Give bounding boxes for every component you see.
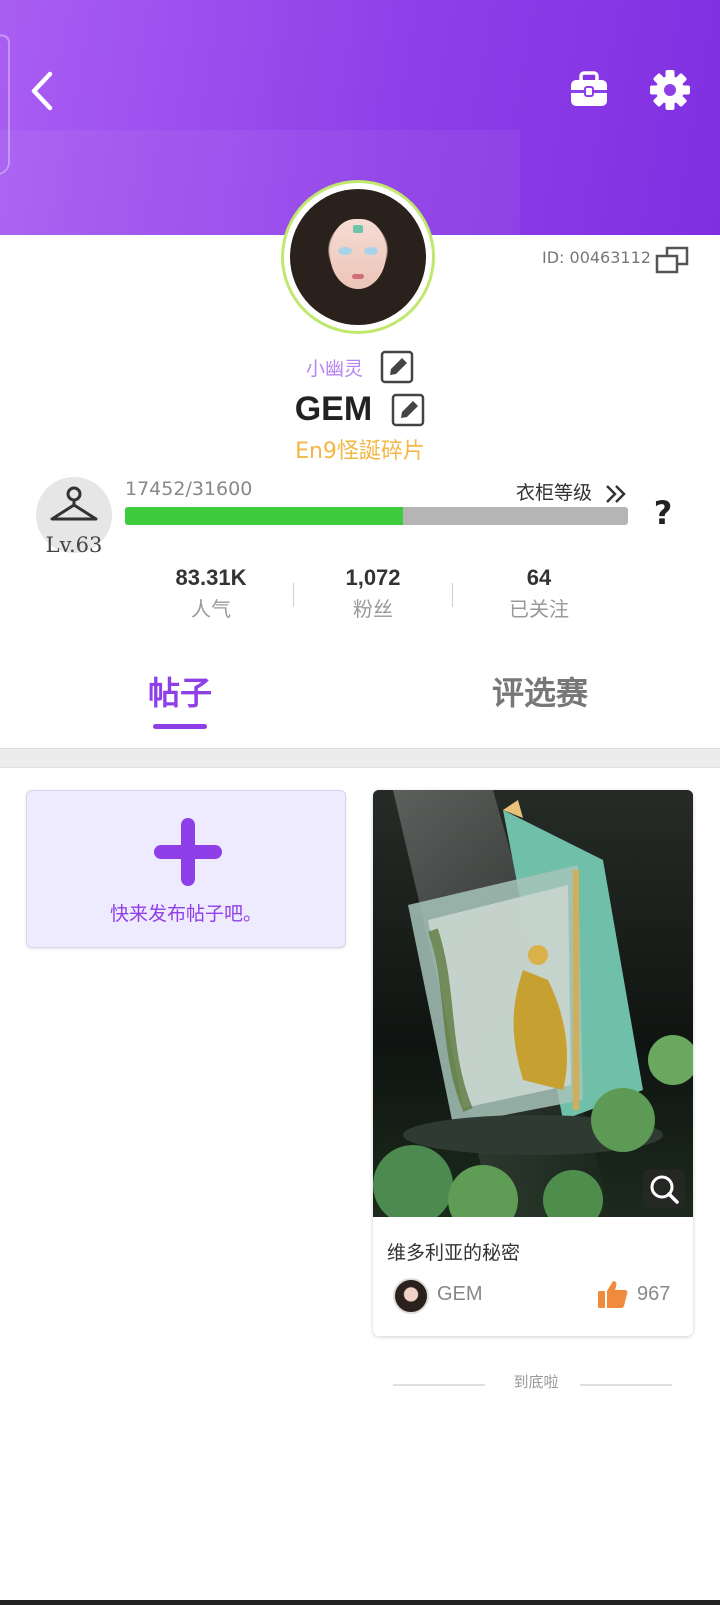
magnifier-icon <box>650 1175 679 1204</box>
avatar-eye <box>338 247 352 255</box>
create-post-button[interactable]: 快来发布帖子吧。 <box>26 790 346 948</box>
stat-value: 64 <box>526 565 552 590</box>
end-divider <box>580 1384 672 1386</box>
profile-avatar[interactable] <box>284 183 432 331</box>
nickname: 小幽灵 <box>305 357 363 380</box>
xp-text: 17452/31600 <box>125 478 253 500</box>
edit-username-button[interactable] <box>391 393 425 427</box>
avatar-headpiece <box>353 225 363 233</box>
thumbs-up-icon <box>598 1281 628 1308</box>
end-divider <box>393 1384 485 1386</box>
tab-contests[interactable]: 评选赛 <box>470 668 610 714</box>
copy-id-button[interactable] <box>655 246 689 274</box>
back-button[interactable] <box>26 68 62 114</box>
post-card[interactable]: 维多利亚的秘密 GEM 967 <box>373 790 693 1336</box>
edit-nickname-button[interactable] <box>380 350 414 384</box>
post-image <box>373 790 693 1217</box>
like-button[interactable] <box>597 1278 629 1310</box>
stat-label: 粉丝 <box>353 597 393 621</box>
end-of-list-text: 到底啦 <box>513 1373 559 1391</box>
copy-icon <box>655 246 689 274</box>
zoom-button[interactable] <box>643 1169 685 1209</box>
bottom-edge <box>0 1600 720 1605</box>
gear-icon <box>650 70 690 110</box>
double-chevron-right-icon <box>604 484 628 504</box>
stat-popularity[interactable]: 83.31K 人气 <box>136 565 286 622</box>
plus-icon <box>154 818 222 886</box>
stat-value: 1,072 <box>345 565 401 590</box>
username: GEM <box>294 390 373 428</box>
level-label: Lv.63 <box>45 533 103 557</box>
active-tab-indicator <box>153 724 207 729</box>
create-post-label: 快来发布帖子吧。 <box>109 903 262 925</box>
wardrobe-bag-button[interactable] <box>568 68 610 110</box>
avatar-lips <box>352 274 364 279</box>
username-row: GEM <box>0 390 720 434</box>
stat-label: 已关注 <box>509 597 569 621</box>
like-count: 967 <box>637 1283 671 1305</box>
pencil-icon <box>380 350 414 384</box>
settings-button[interactable] <box>648 68 692 112</box>
wardrobe-level-label: 衣柜等级 <box>516 482 593 504</box>
pencil-icon <box>392 393 425 426</box>
stat-label: 人气 <box>191 597 231 621</box>
hanger-icon <box>50 486 98 521</box>
user-id: ID: 00463112 <box>542 248 651 267</box>
stat-divider <box>293 583 294 607</box>
header-band <box>0 130 520 235</box>
avatar-eye <box>364 247 378 255</box>
tab-posts[interactable]: 帖子 <box>130 668 230 714</box>
wardrobe-level-link[interactable]: 衣柜等级 <box>516 478 628 505</box>
briefcase-icon <box>571 71 607 106</box>
stat-value: 83.31K <box>175 565 247 590</box>
stat-followers[interactable]: 1,072 粉丝 <box>298 565 448 622</box>
nickname-row: 小幽灵 <box>0 350 720 388</box>
avatar-image <box>290 189 426 325</box>
post-artwork <box>373 790 693 1217</box>
stat-divider <box>452 583 453 607</box>
help-button[interactable]: ? <box>648 494 678 534</box>
post-author[interactable]: GEM <box>437 1283 483 1306</box>
avatar[interactable] <box>393 1278 429 1314</box>
xp-progress-bar <box>125 507 628 525</box>
chevron-left-icon <box>31 71 53 111</box>
stat-following[interactable]: 64 已关注 <box>464 565 614 622</box>
xp-progress-fill <box>125 507 403 525</box>
post-title: 维多利亚的秘密 <box>387 1242 521 1264</box>
user-title: En9怪誕碎片 <box>295 439 425 464</box>
section-divider <box>0 748 720 768</box>
